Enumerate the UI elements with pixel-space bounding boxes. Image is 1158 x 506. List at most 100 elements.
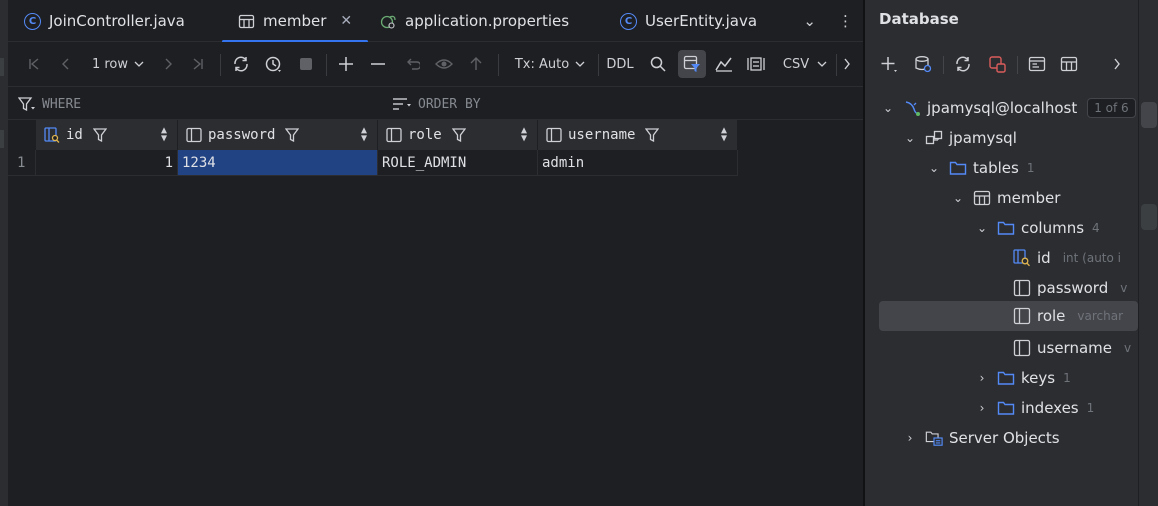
filter-icon <box>285 128 300 142</box>
sort-icon[interactable]: ▲ ▼ <box>721 126 727 144</box>
cell-id[interactable]: 1 <box>36 150 178 176</box>
column-header-id[interactable]: id ▲ ▼ <box>36 120 178 150</box>
chevron-down-icon[interactable]: ⌄ <box>803 12 816 30</box>
chevron-down-icon[interactable]: ⌄ <box>903 131 917 145</box>
disconnect-icon[interactable] <box>985 52 1009 76</box>
stop-icon[interactable] <box>294 50 318 78</box>
previous-page-icon[interactable] <box>54 50 78 78</box>
filter-icon <box>18 97 35 111</box>
tree-column-role[interactable]: role varchar <box>879 301 1138 331</box>
tree-column-password[interactable]: password v <box>879 273 1138 303</box>
revert-icon[interactable] <box>400 50 424 78</box>
tree-count: 4 <box>1092 221 1100 235</box>
query-console-icon[interactable] <box>1025 52 1049 76</box>
history-icon[interactable] <box>260 50 286 78</box>
editor-area: C JoinController.java member ✕ applicati… <box>8 0 863 506</box>
column-type: v <box>1124 341 1132 355</box>
refresh-icon[interactable] <box>228 50 254 78</box>
column-icon <box>1013 307 1031 325</box>
column-header-role[interactable]: role ▲ ▼ <box>378 120 538 150</box>
where-filter[interactable]: WHERE <box>18 88 81 120</box>
csv-label: CSV <box>782 56 810 72</box>
column-icon <box>1013 339 1031 357</box>
tool-window-button[interactable] <box>1141 102 1157 128</box>
chevron-right-icon[interactable]: › <box>903 431 917 445</box>
tree-label: password <box>1037 279 1109 297</box>
filter-icon[interactable] <box>678 50 706 78</box>
chevron-right-icon[interactable] <box>840 50 854 78</box>
last-page-icon[interactable] <box>186 50 210 78</box>
primary-key-column-icon <box>44 127 60 143</box>
tree-column-id[interactable]: id int (auto i <box>879 243 1138 273</box>
search-icon[interactable] <box>646 50 670 78</box>
cell-password[interactable]: 1234 <box>178 150 378 176</box>
chevron-right-icon[interactable] <box>1105 52 1129 76</box>
transaction-mode-dropdown[interactable]: Tx: Auto <box>508 50 592 78</box>
column-header-username[interactable]: username ▲ ▼ <box>538 120 738 150</box>
tree-column-username[interactable]: username v <box>879 333 1138 363</box>
tab-userentity[interactable]: C UserEntity.java <box>620 0 757 42</box>
tree-table-member[interactable]: ⌄ member <box>879 183 1138 213</box>
chevron-down-icon[interactable]: ⌄ <box>975 221 989 235</box>
chevron-right-icon[interactable]: › <box>975 401 989 415</box>
chevron-right-icon[interactable]: › <box>975 371 989 385</box>
tab-joincontroller[interactable]: C JoinController.java <box>24 0 185 42</box>
tree-keys-folder[interactable]: › keys 1 <box>879 363 1138 393</box>
ddl-label: DDL <box>606 56 634 72</box>
add-icon[interactable] <box>877 52 901 76</box>
sort-icon[interactable]: ▲ ▼ <box>361 126 367 144</box>
close-icon[interactable]: ✕ <box>340 13 352 29</box>
tool-window-button[interactable] <box>1141 204 1157 230</box>
tab-member[interactable]: member ✕ <box>222 0 369 43</box>
left-tool-strip <box>0 0 8 506</box>
schema-icon <box>925 129 943 147</box>
column-icon <box>186 127 202 143</box>
sort-icon[interactable]: ▲ ▼ <box>161 126 167 144</box>
tree-columns-folder[interactable]: ⌄ columns 4 <box>879 213 1138 243</box>
data-source-properties-icon[interactable] <box>911 52 935 76</box>
page-size-dropdown[interactable]: 1 row <box>86 50 150 78</box>
add-row-icon[interactable] <box>334 50 358 78</box>
column-header-password[interactable]: password ▲ ▼ <box>178 120 378 150</box>
database-panel: Database ⌄ jpamysql@localhost 1 of 6 ⌄ j… <box>865 0 1138 506</box>
refresh-icon[interactable] <box>951 52 975 76</box>
folder-icon <box>949 159 967 177</box>
tree-label: id <box>1037 249 1051 267</box>
tree-count: 1 <box>1026 161 1035 175</box>
right-tool-strip <box>1138 0 1158 506</box>
cell-role[interactable]: ROLE_ADMIN <box>378 150 538 176</box>
next-page-icon[interactable] <box>156 50 180 78</box>
row-number[interactable]: 1 <box>8 150 36 176</box>
mysql-icon <box>903 99 921 117</box>
ddl-button[interactable]: DDL <box>606 50 634 78</box>
tab-application-properties[interactable]: application.properties <box>380 0 569 42</box>
tree-indexes-folder[interactable]: › indexes 1 <box>879 393 1138 423</box>
tab-label: UserEntity.java <box>645 12 758 30</box>
tree-schema[interactable]: ⌄ jpamysql <box>879 123 1138 153</box>
tree-label: role <box>1037 307 1066 325</box>
sort-icon[interactable]: ▲ ▼ <box>521 126 527 144</box>
chevron-down-icon[interactable]: ⌄ <box>881 101 895 115</box>
preview-changes-icon[interactable] <box>432 50 456 78</box>
cell-username[interactable]: admin <box>538 150 738 176</box>
export-format-dropdown[interactable]: CSV <box>780 50 830 78</box>
strip-marker <box>0 130 4 148</box>
chevron-down-icon[interactable]: ⌄ <box>951 191 965 205</box>
tree-tables-folder[interactable]: ⌄ tables 1 <box>879 153 1138 183</box>
chevron-down-icon <box>134 61 144 67</box>
tree-server-objects[interactable]: › Server Objects <box>879 423 1138 453</box>
schema-count-badge[interactable]: 1 of 6 <box>1087 98 1136 118</box>
filter-icon <box>92 128 107 142</box>
more-vertical-icon[interactable]: ⋮ <box>838 12 853 30</box>
delete-row-icon[interactable] <box>366 50 390 78</box>
order-by-filter[interactable]: ORDER BY <box>392 88 481 120</box>
table-icon[interactable] <box>1057 52 1081 76</box>
chart-icon[interactable] <box>712 50 736 78</box>
column-name: password <box>208 127 276 143</box>
tree-label: indexes <box>1021 399 1079 417</box>
transpose-icon[interactable] <box>744 50 768 78</box>
first-page-icon[interactable] <box>22 50 46 78</box>
chevron-down-icon[interactable]: ⌄ <box>927 161 941 175</box>
tree-datasource[interactable]: ⌄ jpamysql@localhost 1 of 6 <box>879 93 1138 123</box>
submit-icon[interactable] <box>464 50 488 78</box>
